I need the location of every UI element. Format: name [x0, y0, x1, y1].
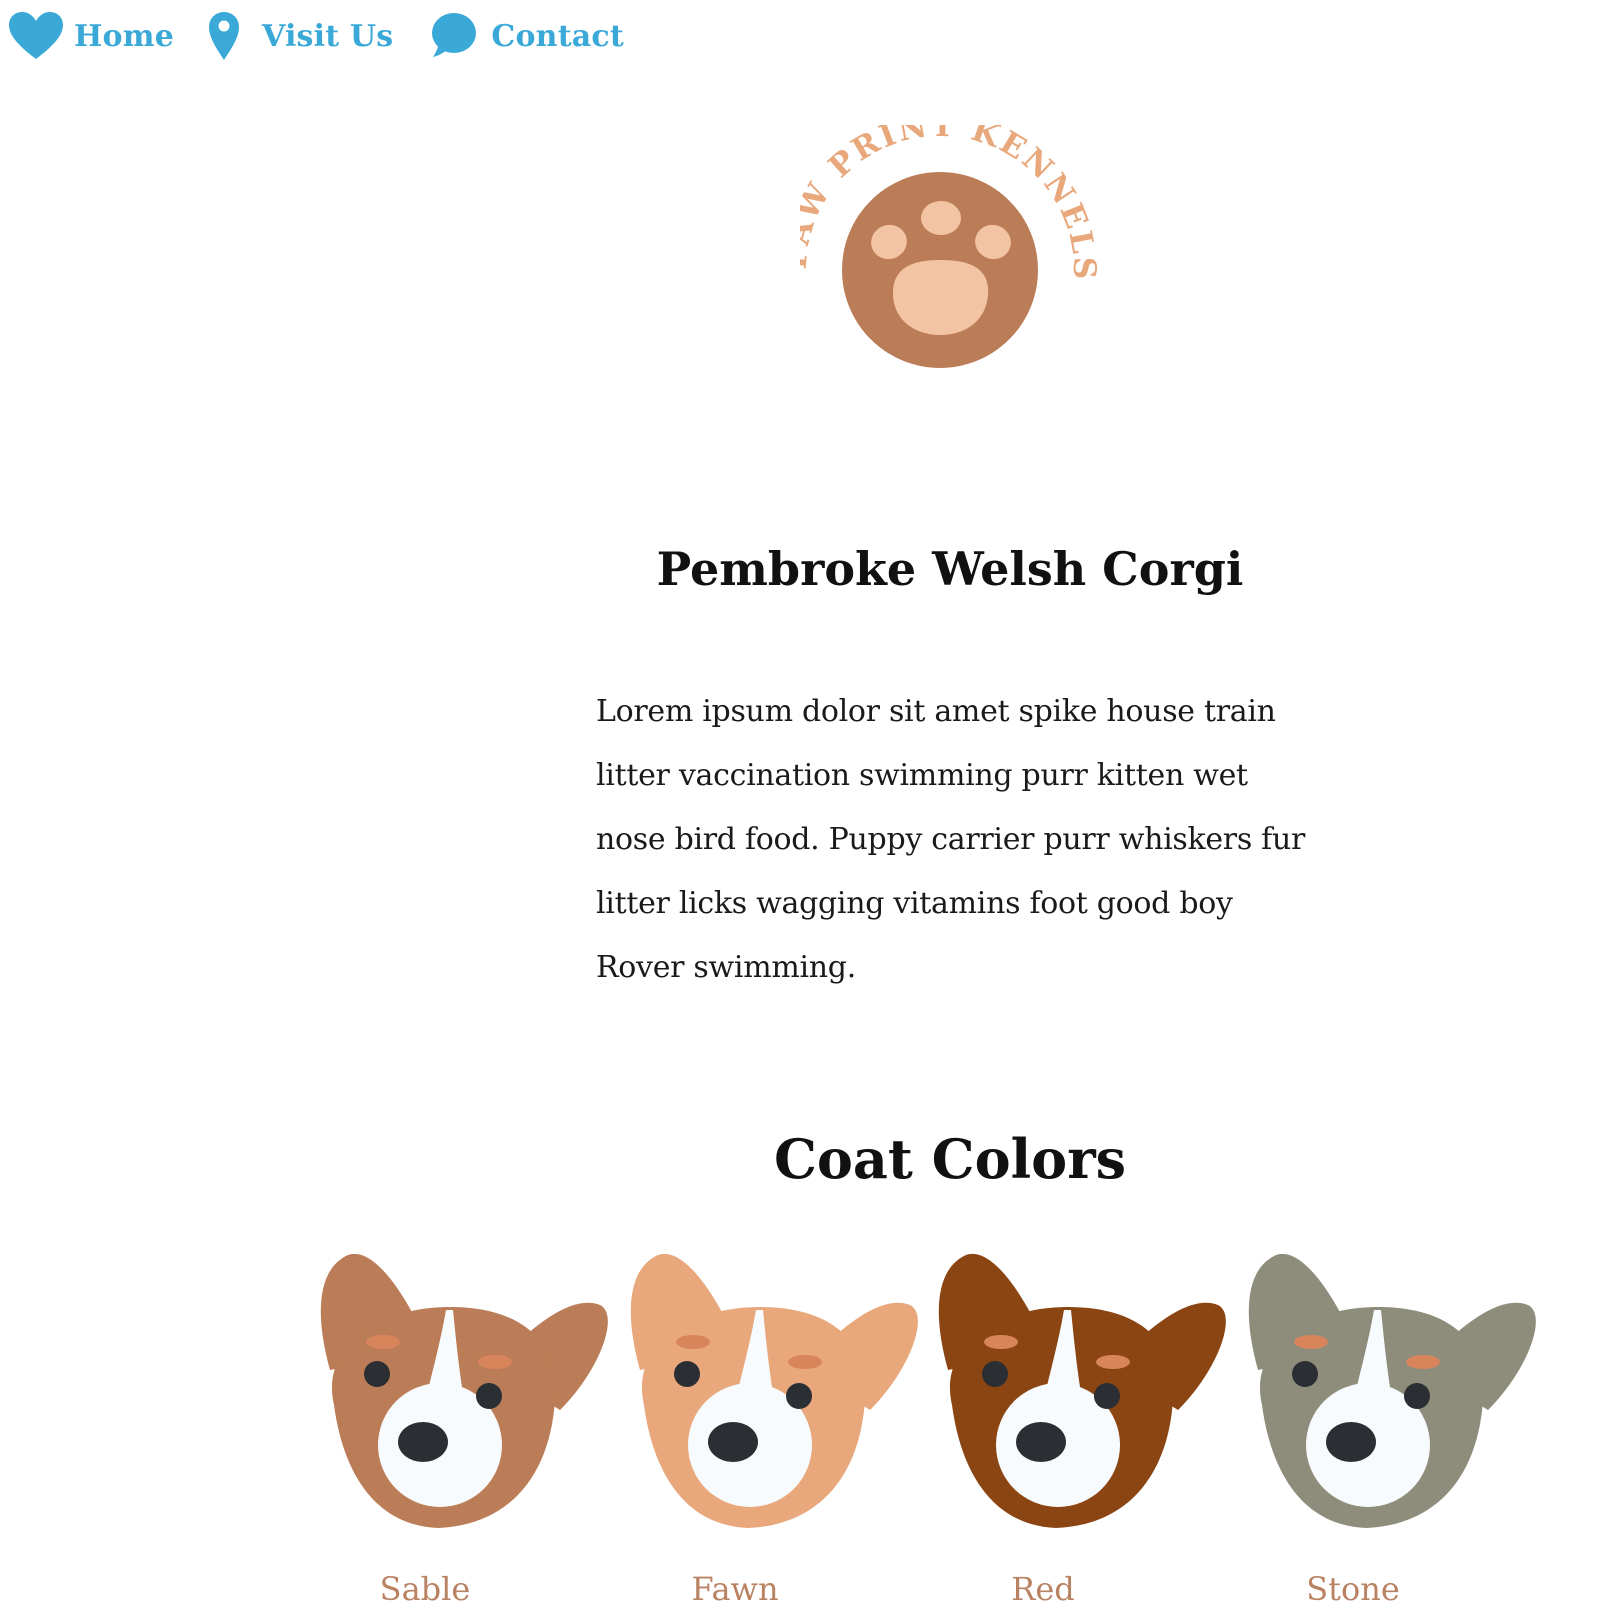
- coat-color-card-stone: Stone: [1228, 1250, 1538, 1614]
- corgi-face-icon: [1248, 1253, 1536, 1528]
- page: Home Visit Us Contact PRINT KENNELS Pemb…: [0, 0, 1598, 1614]
- coat-color-label: Red: [1011, 1570, 1075, 1608]
- nav-item-home[interactable]: Home: [8, 11, 174, 61]
- map-pin-icon: [208, 11, 240, 61]
- kennel-logo: PAW PRINT KENNELS: [778, 108, 1100, 385]
- coat-color-label: Stone: [1306, 1570, 1400, 1608]
- coat-color-card-red: Red: [918, 1250, 1228, 1614]
- nav-label-contact: Contact: [491, 18, 624, 54]
- coat-color-card-fawn: Fawn: [610, 1250, 920, 1614]
- nav-label-visit-us: Visit Us: [262, 18, 394, 54]
- coat-color-card-sable: Sable: [300, 1250, 610, 1614]
- corgi-face-icon: [320, 1253, 608, 1528]
- breed-title: Pembroke Welsh Corgi: [656, 542, 1244, 596]
- nav-item-contact[interactable]: Contact: [427, 11, 624, 61]
- nav-item-visit-us[interactable]: Visit Us: [208, 11, 393, 61]
- corgi-face-icon: [630, 1253, 918, 1528]
- paw-print-icon: [842, 172, 1038, 368]
- main-nav: Home Visit Us Contact: [8, 6, 624, 66]
- nav-label-home: Home: [74, 18, 174, 54]
- breed-description: Lorem ipsum dolor sit amet spike house t…: [596, 694, 1306, 985]
- coat-colors-list: Sable Fawn Red Stone: [300, 1250, 1598, 1614]
- coat-colors-title: Coat Colors: [773, 1127, 1127, 1191]
- corgi-face-icon: [938, 1253, 1226, 1528]
- coat-color-label: Sable: [379, 1570, 471, 1608]
- coat-color-label: Fawn: [691, 1570, 779, 1608]
- heart-icon: [8, 11, 64, 61]
- speech-bubble-icon: [427, 11, 477, 61]
